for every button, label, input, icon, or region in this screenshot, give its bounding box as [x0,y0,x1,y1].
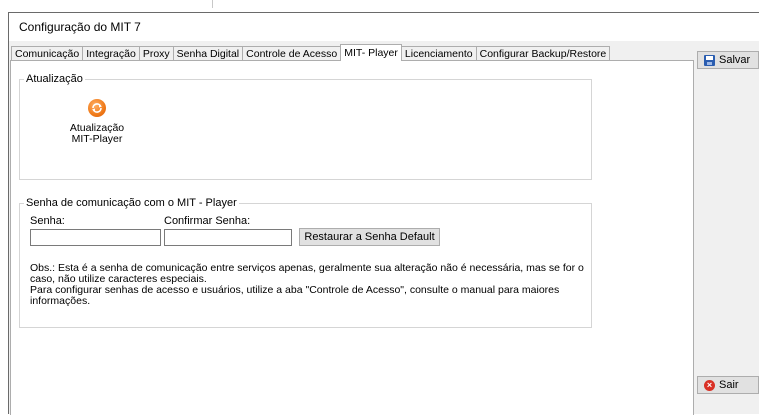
update-group: Atualização Atualização MIT-Player [19,73,592,180]
password-group: Senha de comunicação com o MIT - Player … [19,197,592,328]
tab-page-mit-player: Atualização Atualização MIT-Player Senha… [10,60,694,415]
refresh-icon [88,99,106,117]
confirm-password-label: Confirmar Senha: [164,215,251,227]
password-group-legend: Senha de comunicação com o MIT - Player [26,197,237,209]
exit-button[interactable]: × Sair [697,376,759,394]
tab-proxy[interactable]: Proxy [138,46,174,61]
save-button-label: Salvar [719,54,751,66]
observation-text: Obs.: Esta é a senha de comunicação entr… [30,263,585,307]
window-title: Configuração do MIT 7 [19,20,141,34]
config-window: Configuração do MIT 7 Comunicação Integra… [8,12,759,415]
save-button[interactable]: Salvar [697,51,759,69]
restore-default-password-button[interactable]: Restaurar a Senha Default [299,228,440,246]
tab-strip: Comunicação Integração Proxy Senha Digital C… [11,44,611,61]
tab-licenciamento[interactable]: Licenciamento [400,46,477,61]
close-circle-icon: × [704,379,715,391]
password-field[interactable] [30,229,161,246]
observation-line-2: Para configurar senhas de acesso e usuár… [30,284,560,307]
update-group-legend: Atualização [26,73,83,85]
observation-line-1: Obs.: Esta é a senha de comunicação entr… [30,262,584,285]
tab-integra-o[interactable]: Integração [82,46,140,61]
tab-controle-de-acesso[interactable]: Controle de Acesso [242,46,342,61]
title-bar: Configuração do MIT 7 [9,13,759,41]
tab-mit-player[interactable]: MIT- Player [340,44,402,61]
floppy-disk-icon [704,54,715,66]
confirm-password-field[interactable] [164,229,292,246]
password-label: Senha: [30,215,65,227]
update-mit-player-button[interactable]: Atualização MIT-Player [66,99,128,145]
tab-senha-digital[interactable]: Senha Digital [172,46,244,61]
tab-comunica-o[interactable]: Comunicação [11,46,84,61]
top-strip [0,0,759,12]
update-button-label-line2: MIT-Player [71,133,123,145]
exit-button-label: Sair [719,379,739,391]
tab-configurar-backup-restore[interactable]: Configurar Backup/Restore [475,46,611,61]
divider [212,0,213,8]
